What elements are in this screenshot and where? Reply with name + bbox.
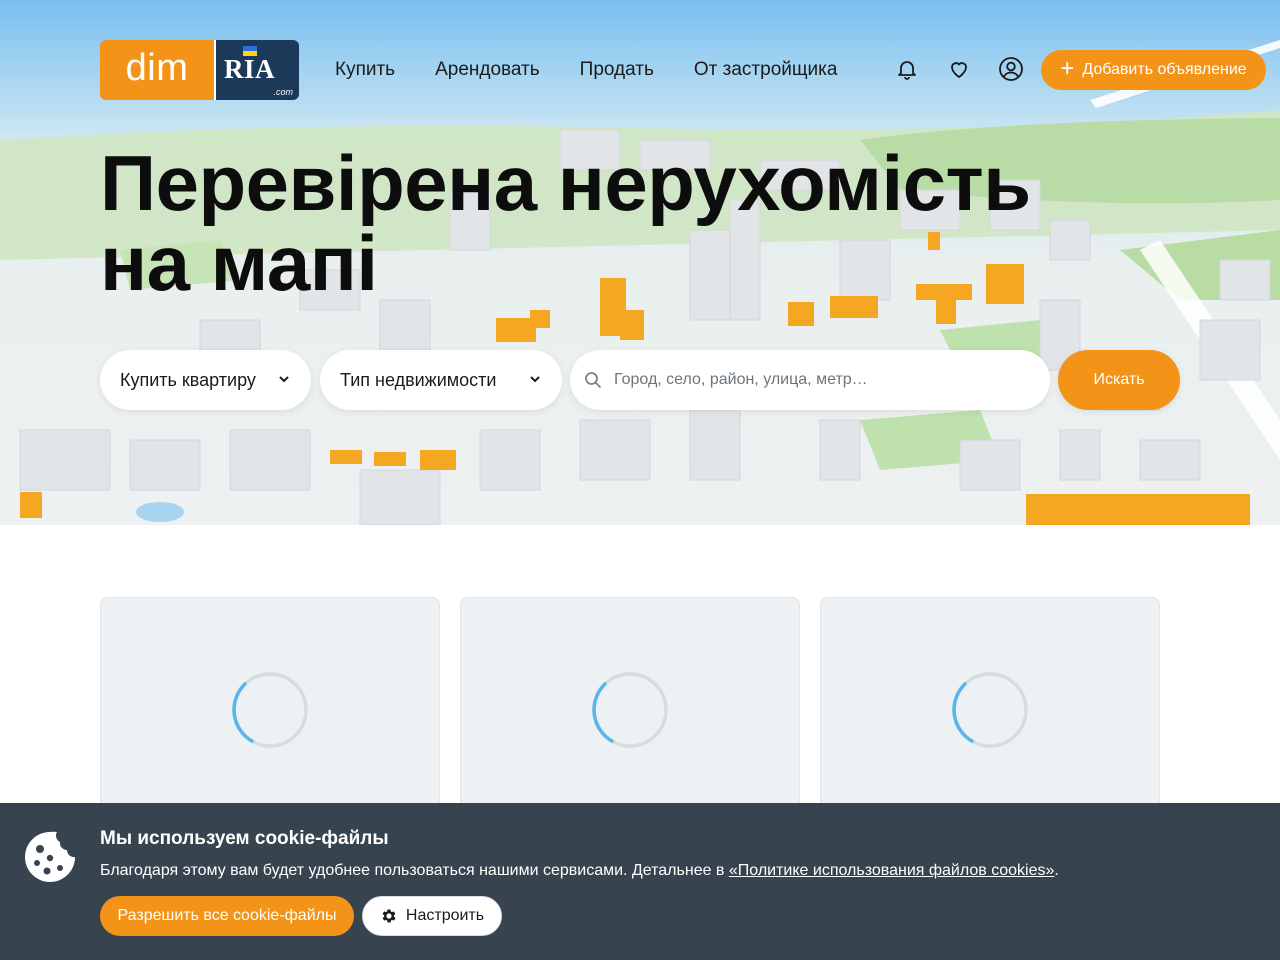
search-button[interactable]: Искать xyxy=(1058,350,1180,410)
loading-spinner-icon xyxy=(952,672,1028,748)
cookie-text-end: . xyxy=(1054,862,1059,879)
main-nav: Купить Арендовать Продать От застройщика xyxy=(335,58,877,82)
nav-sell[interactable]: Продать xyxy=(580,58,654,82)
search-icon xyxy=(585,372,602,389)
cookie-banner: Мы используем cookie-файлы Благодаря это… xyxy=(0,803,1280,960)
add-listing-button[interactable]: + Добавить объявление xyxy=(1041,50,1266,90)
loading-spinner-icon xyxy=(592,672,668,748)
nav-rent[interactable]: Арендовать xyxy=(435,58,540,82)
location-search-input[interactable] xyxy=(612,370,1036,390)
logo-ria-text: RIA xyxy=(224,54,276,84)
bell-icon[interactable] xyxy=(893,55,921,83)
cookie-text-body: Благодаря этому вам будет удобнее пользо… xyxy=(100,862,729,879)
property-type-select[interactable]: Тип недвижимости xyxy=(320,350,562,410)
user-icon[interactable] xyxy=(997,55,1025,83)
location-search-field[interactable] xyxy=(570,350,1050,410)
deal-type-select[interactable]: Купить квартиру xyxy=(100,350,311,410)
heart-icon[interactable] xyxy=(945,55,973,83)
logo-ria: RIA .com xyxy=(214,40,299,100)
add-listing-label: Добавить объявление xyxy=(1082,61,1247,78)
allow-cookies-button[interactable]: Разрешить все cookie-файлы xyxy=(100,896,354,936)
plus-icon: + xyxy=(1060,55,1075,82)
gear-icon xyxy=(382,909,396,923)
cookie-icon xyxy=(25,831,75,882)
chevron-down-icon xyxy=(530,376,540,383)
cookie-settings-label: Настроить xyxy=(405,907,485,924)
hero-title: Перевірена нерухомість на мапі xyxy=(100,139,1031,307)
deal-type-value: Купить квартиру xyxy=(120,369,256,390)
logo-dim: dim xyxy=(100,40,214,100)
cookie-title: Мы используем cookie-файлы xyxy=(100,828,389,849)
nav-developer[interactable]: От застройщика xyxy=(694,58,838,82)
nav-buy[interactable]: Купить xyxy=(335,58,395,82)
cookie-settings-button[interactable]: Настроить xyxy=(362,896,502,936)
loading-spinner-icon xyxy=(232,672,308,748)
chevron-down-icon xyxy=(279,376,289,383)
logo-ria-suffix: .com xyxy=(273,87,293,97)
cookie-text: Благодаря этому вам будет удобнее пользо… xyxy=(100,861,1059,881)
site-logo[interactable]: dim RIA .com xyxy=(100,40,299,100)
cookie-policy-link[interactable]: «Политике использования файлов cookies» xyxy=(729,862,1055,879)
property-type-value: Тип недвижимости xyxy=(340,369,497,390)
